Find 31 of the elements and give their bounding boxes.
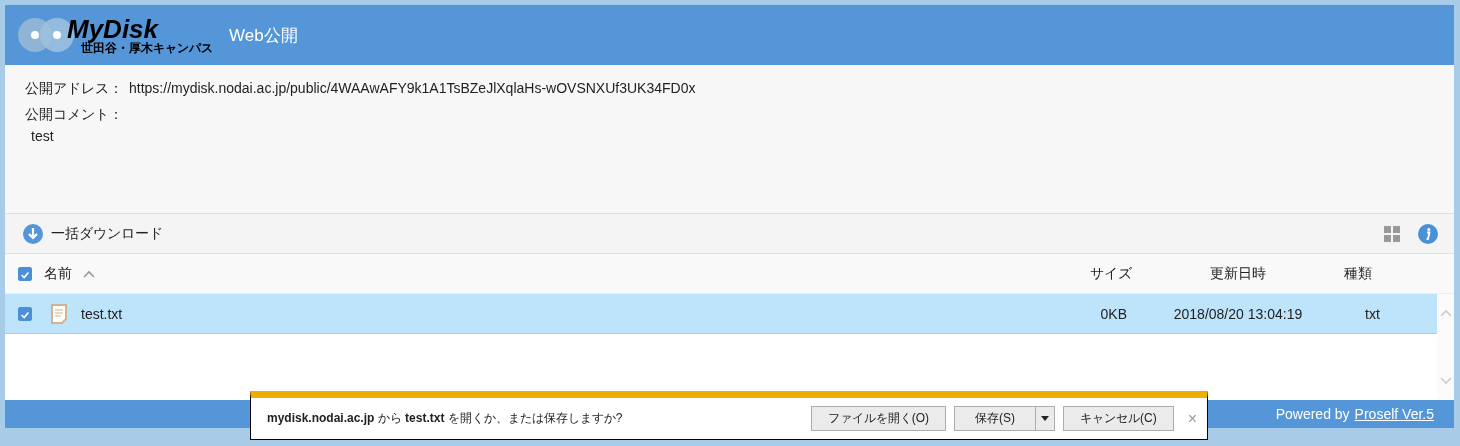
address-label: 公開アドレス： (25, 80, 123, 98)
text-file-icon (51, 303, 67, 324)
file-name: test.txt (81, 305, 123, 322)
save-button[interactable]: 保存(S) (954, 406, 1036, 431)
caret-icon (1041, 416, 1049, 421)
download-message: mydisk.nodai.ac.jp から test.txt を開くか、または保存しますか? (267, 410, 623, 427)
download-all-button[interactable]: 一括ダウンロード (23, 223, 163, 244)
logo-title: MyDisk (67, 16, 159, 42)
dialog-button[interactable]: キャンセル(C) (1063, 406, 1174, 431)
sort-ascending-icon (82, 268, 96, 279)
page-title: Web公開 (229, 24, 298, 47)
column-header[interactable]: 種類 (1344, 264, 1372, 283)
comment-label: 公開コメント： (25, 106, 124, 124)
powered-by-text: Powered by (1275, 406, 1350, 422)
column-header[interactable]: 更新日時 (1210, 264, 1266, 283)
file-size: 0KB (1100, 305, 1127, 322)
download-icon (23, 223, 43, 244)
file-type: txt (1365, 305, 1380, 322)
file-date: 2018/08/20 13:04:19 (1173, 305, 1303, 322)
info-icon[interactable] (1418, 223, 1438, 244)
address-text: https://mydisk.nodai.ac.jp/public/4WAAwAFY9k1A1TsBZeJlXqlaHs-wOVSNXUf3UK34FD0x (129, 80, 696, 98)
checkbox[interactable] (18, 266, 32, 281)
grid-view-icon[interactable] (1384, 225, 1400, 242)
column-header[interactable]: 名前 (44, 264, 72, 283)
logo-subtitle: 世田谷・厚木キャンパス (81, 42, 213, 54)
file-row[interactable]: test.txt 0KB 2018/08/20 13:04:19 txt (5, 294, 1437, 334)
column-header[interactable]: サイズ (1090, 264, 1132, 283)
comment-text: test (31, 128, 55, 144)
checkbox[interactable] (18, 306, 32, 321)
download-label: 一括ダウンロード (51, 224, 163, 243)
dialog-button[interactable]: ファイルを開く(O) (810, 406, 946, 431)
